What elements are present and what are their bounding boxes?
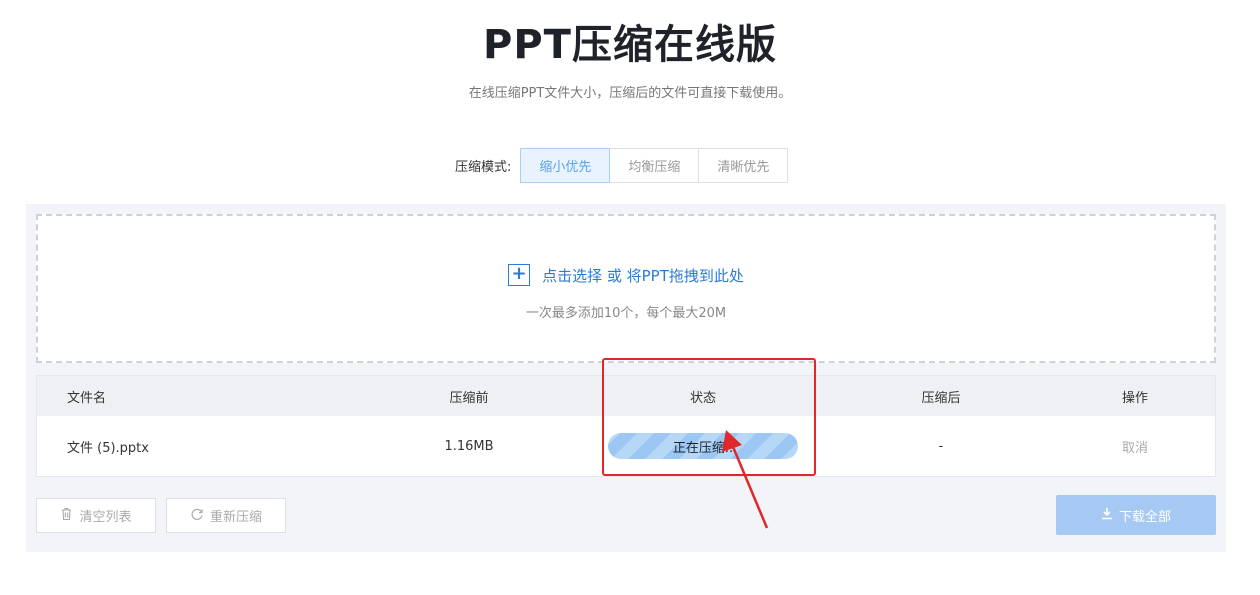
download-icon [1101, 507, 1113, 524]
mode-option-smaller[interactable]: 缩小优先 [520, 148, 611, 183]
compress-progress-bar: 正在压缩.. [608, 433, 798, 459]
download-all-button[interactable]: 下载全部 [1056, 495, 1216, 535]
file-size-before: 1.16MB [444, 438, 494, 454]
recompress-button[interactable]: 重新压缩 [166, 498, 286, 533]
clear-list-button[interactable]: 清空列表 [36, 498, 156, 533]
table-header: 文件名 压缩前 状态 压缩后 操作 [37, 376, 1215, 416]
dropzone-action-text[interactable]: 点击选择 或 将PPT拖拽到此处 [542, 265, 744, 286]
header-before: 压缩前 [449, 390, 489, 406]
download-all-label[interactable]: 下载全部 [1119, 506, 1171, 525]
file-size-after: - [938, 438, 944, 454]
dropzone-hint: 一次最多添加10个，每个最大20M [525, 306, 727, 321]
plus-icon[interactable]: + [508, 264, 531, 286]
file-dropzone[interactable]: + 点击选择 或 将PPT拖拽到此处 一次最多添加10个，每个最大20M [36, 214, 1216, 363]
mode-option-clearer[interactable]: 清晰优先 [698, 148, 789, 183]
compression-mode-selector: 压缩模式: 缩小优先 均衡压缩 清晰优先 [455, 148, 789, 183]
file-name: 文件 (5).pptx [67, 440, 149, 456]
refresh-icon [190, 507, 204, 525]
cancel-button[interactable]: 取消 [1085, 416, 1185, 476]
page-title: PPT压缩在线版 [483, 22, 777, 68]
table-row: 文件 (5).pptx 1.16MB 正在压缩.. - 取消 [37, 416, 1215, 476]
clear-list-label[interactable]: 清空列表 [79, 506, 131, 525]
compression-mode-label: 压缩模式: [455, 160, 512, 175]
page-subtitle: 在线压缩PPT文件大小，压缩后的文件可直接下载使用。 [468, 86, 792, 101]
file-table: 文件名 压缩前 状态 压缩后 操作 文件 (5).pptx 1.16MB 正在压… [36, 375, 1216, 477]
recompress-label[interactable]: 重新压缩 [210, 506, 262, 525]
mode-option-balanced[interactable]: 均衡压缩 [609, 148, 700, 183]
trash-icon [60, 507, 73, 525]
header-filename: 文件名 [67, 390, 107, 406]
header-after: 压缩后 [921, 390, 961, 406]
dropzone-action[interactable]: + 点击选择 或 将PPT拖拽到此处 [38, 264, 1214, 286]
header-status: 状态 [689, 390, 716, 406]
status-cell: 正在压缩.. [603, 416, 803, 476]
header-operation: 操作 [1121, 390, 1148, 406]
